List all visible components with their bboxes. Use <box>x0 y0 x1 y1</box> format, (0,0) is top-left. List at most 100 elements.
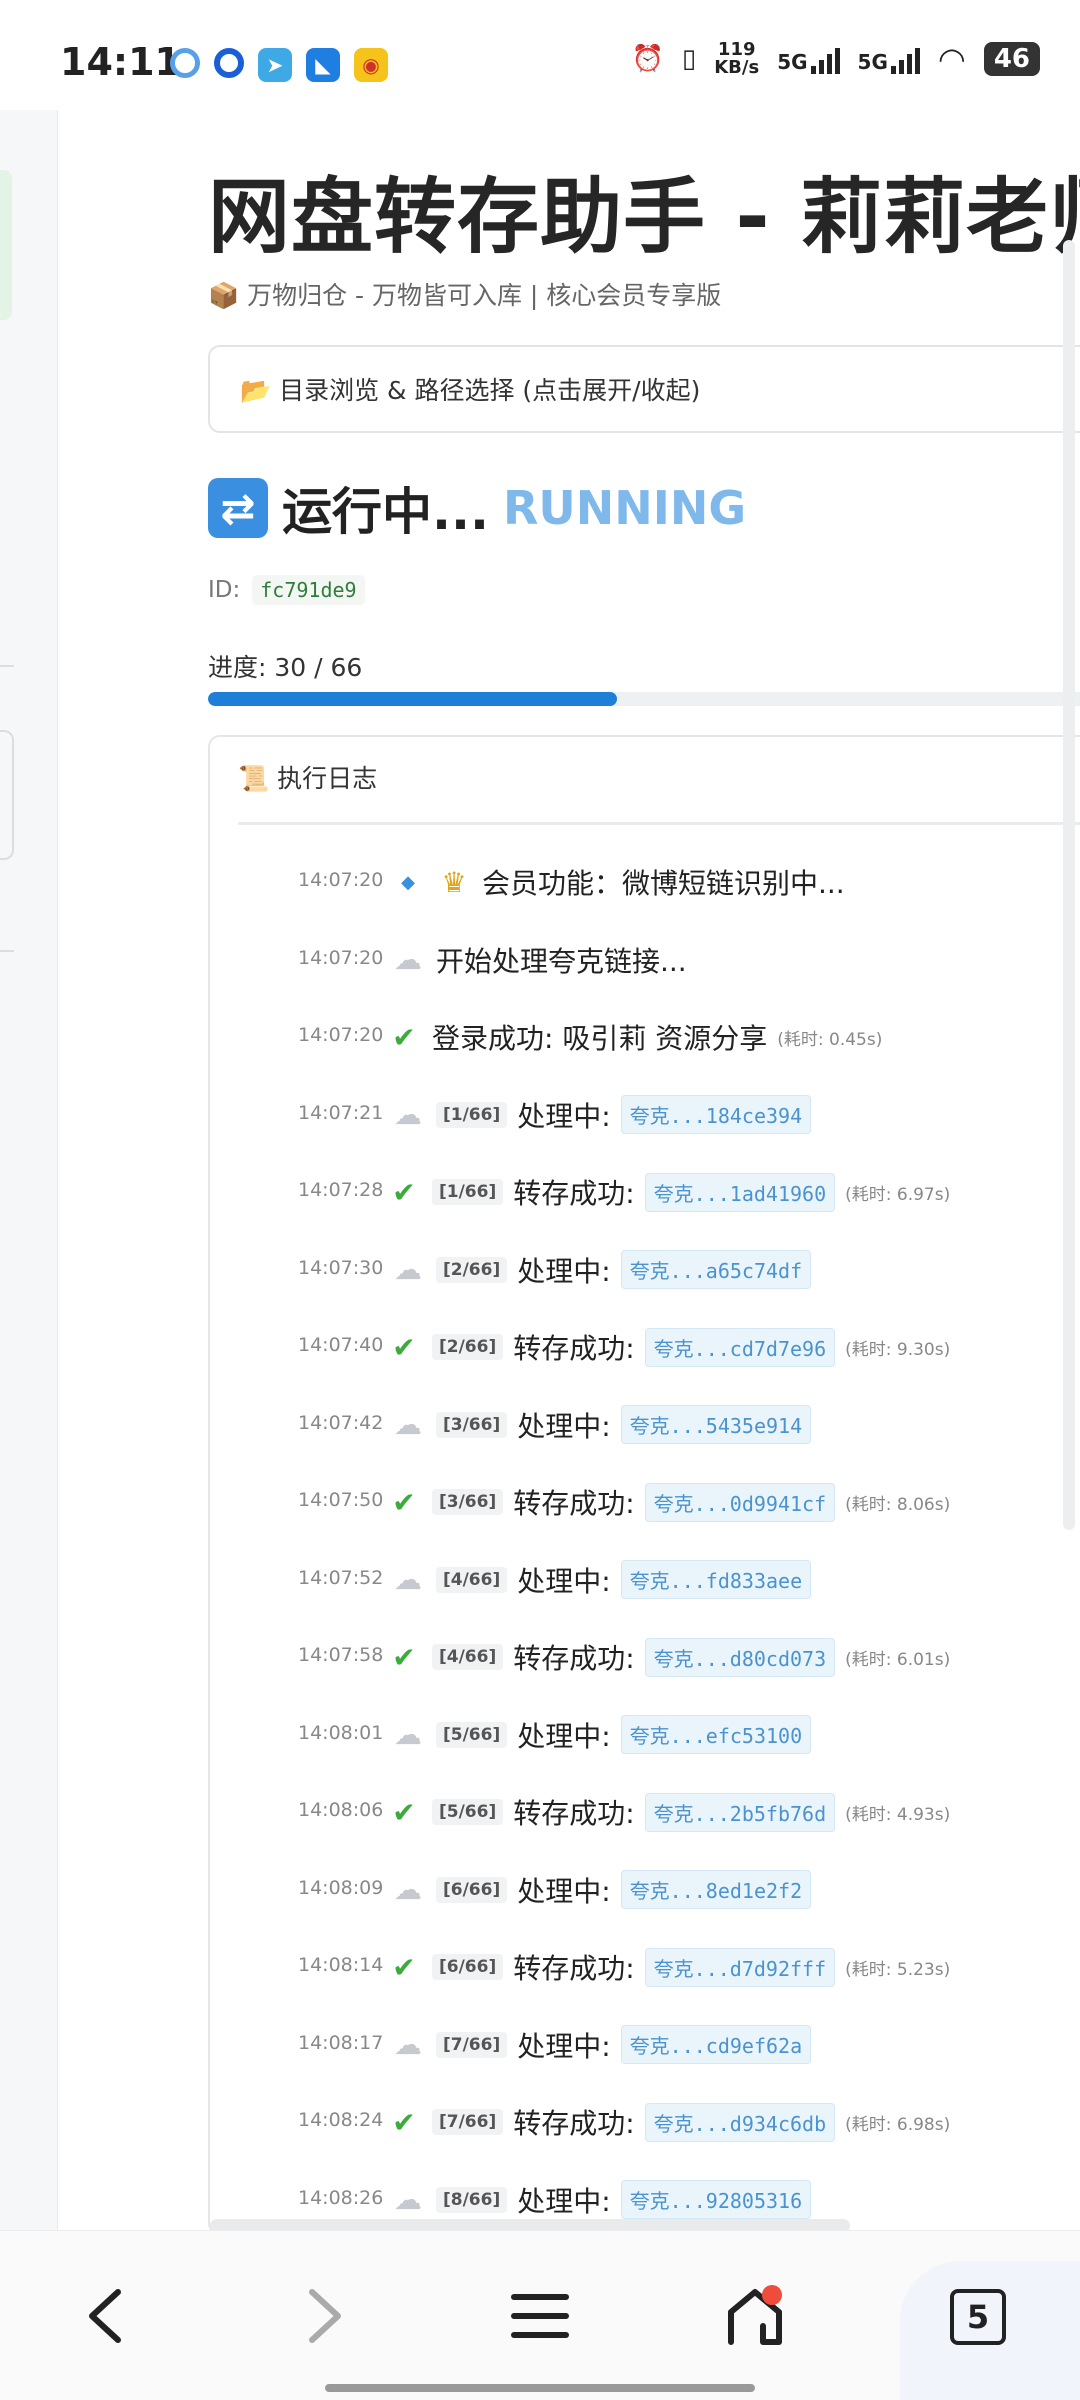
log-step-tag: [7/66] <box>432 2109 504 2135</box>
log-entry: 14:07:20 ◆ ♛ 会员功能：微博短链识别中... <box>210 857 1080 935</box>
log-link[interactable]: 夸克...184ce394 <box>620 1095 812 1134</box>
log-entry-body: ☁ [2/66] 处理中: 夸克...a65c74df <box>390 1245 812 1295</box>
app-notification-icon <box>170 48 200 78</box>
log-message: 转存成功: <box>513 1952 635 1985</box>
sidebar-box <box>0 730 14 860</box>
tabs-icon: 5 <box>950 2289 1006 2345</box>
log-step-tag: [6/66] <box>432 1954 504 1980</box>
log-link[interactable]: 夸克...0d9941cf <box>644 1482 836 1522</box>
log-entry-body: ✔ [5/66] 转存成功: 夸克...2b5fb76d (耗时: 4.93s) <box>386 1787 950 1837</box>
sidebar-edge[interactable] <box>0 110 58 2230</box>
log-link[interactable]: 夸克...2b5fb76d <box>644 1792 836 1832</box>
log-step-tag: [2/66] <box>436 1256 508 1283</box>
log-entry: 14:07:21 ☁ [1/66] 处理中: 夸克...184ce394 <box>210 1090 1080 1168</box>
log-step-tag: [5/66] <box>436 1721 508 1748</box>
horizontal-scrollbar[interactable] <box>210 2219 850 2230</box>
log-message: 处理中: <box>517 1874 611 1908</box>
tabs-button[interactable]: 5 <box>900 2261 1080 2400</box>
log-step-tag: [3/66] <box>436 1411 508 1438</box>
forward-button[interactable] <box>280 2271 370 2361</box>
log-time: 14:07:20 <box>298 946 384 969</box>
log-step-tag: [7/66] <box>436 2031 508 2058</box>
diamond-icon: ◆ <box>401 871 415 893</box>
log-duration: (耗时: 5.23s) <box>845 1959 951 1980</box>
forward-icon <box>309 2289 341 2343</box>
log-link[interactable]: 夸克...d934c6db <box>644 2102 836 2142</box>
run-status-heading: ⇄ 运行中... RUNNING <box>208 472 746 544</box>
sidebar-divider <box>0 665 14 667</box>
log-entry: 14:08:17 ☁ [7/66] 处理中: 夸克...cd9ef62a <box>210 2020 1080 2098</box>
home-button[interactable] <box>710 2271 800 2361</box>
check-icon: ✔ <box>392 1795 416 1829</box>
check-icon: ✔ <box>392 1640 416 1674</box>
log-link[interactable]: 夸克...8ed1e2f2 <box>620 1870 812 1909</box>
log-time: 14:08:01 <box>298 1721 384 1744</box>
vertical-scrollbar[interactable] <box>1063 240 1075 1530</box>
main-content: 网盘转存助手 - 莉莉老师 📦 万物归仓 - 万物皆可入库 | 核心会员专享版 … <box>58 110 1080 2230</box>
log-link[interactable]: 夸克...1ad41960 <box>644 1172 836 1212</box>
signal-icon <box>890 44 920 74</box>
check-icon: ✔ <box>392 1330 416 1364</box>
log-message: 处理中: <box>517 2184 611 2218</box>
battery-icon: 46 <box>983 42 1040 76</box>
speed-unit: KB/s <box>714 57 760 78</box>
log-link[interactable]: 夸克...a65c74df <box>620 1250 812 1289</box>
log-link[interactable]: 夸克...cd7d7e96 <box>644 1327 836 1367</box>
log-entry: 14:08:24 ✔ [7/66] 转存成功: 夸克...d934c6db (耗时: 6.… <box>210 2097 1080 2175</box>
progress-label: 进度: 30 / 66 <box>208 653 363 682</box>
log-time: 14:08:14 <box>298 1954 384 1976</box>
log-entry-body: ✔ 登录成功: 吸引莉 资源分享 (耗时: 0.45s) <box>386 1012 882 1062</box>
log-link[interactable]: 夸克...d7d92fff <box>644 1947 836 1987</box>
job-id-value: fc791de9 <box>252 575 365 605</box>
cloud-icon: ☁ <box>394 1718 422 1751</box>
log-link[interactable]: 夸克...d80cd073 <box>644 1637 836 1677</box>
cloud-icon: ☁ <box>394 2028 422 2061</box>
sidebar-divider <box>0 950 14 952</box>
log-time: 14:07:20 <box>298 869 384 891</box>
progress-bar <box>208 692 1080 706</box>
log-time: 14:07:21 <box>298 1101 384 1124</box>
check-icon: ✔ <box>392 1175 416 1209</box>
log-entry-body: ✔ [3/66] 转存成功: 夸克...0d9941cf (耗时: 8.06s) <box>386 1477 950 1527</box>
log-duration: (耗时: 0.45s) <box>777 1029 883 1050</box>
log-time: 14:08:06 <box>298 1799 384 1821</box>
log-time: 14:08:17 <box>298 2031 384 2054</box>
log-entry-body: ✔ [4/66] 转存成功: 夸克...d80cd073 (耗时: 6.01s) <box>386 1632 950 1682</box>
log-duration: (耗时: 6.97s) <box>845 1184 951 1205</box>
log-link[interactable]: 夸克...cd9ef62a <box>620 2025 812 2064</box>
cloud-icon: ☁ <box>394 1873 422 1906</box>
log-duration: (耗时: 8.06s) <box>845 1494 951 1515</box>
log-step-tag: [4/66] <box>436 1566 508 1593</box>
signal-5g-2: 5G <box>858 44 920 74</box>
notification-icons: ➤ ◣ ◉ <box>170 48 388 82</box>
vibrate-icon: ▯ <box>681 44 697 74</box>
back-icon <box>89 2289 121 2343</box>
gesture-bar[interactable] <box>325 2384 755 2392</box>
signal-icon <box>810 44 840 74</box>
back-button[interactable] <box>60 2271 150 2361</box>
log-time: 14:07:58 <box>298 1644 384 1666</box>
log-link[interactable]: 夸克...92805316 <box>620 2180 812 2219</box>
log-entry: 14:08:06 ✔ [5/66] 转存成功: 夸克...2b5fb76d (耗时: 4.… <box>210 1787 1080 1865</box>
directory-browser-toggle[interactable]: 📂 目录浏览 & 路径选择 (点击展开/收起) <box>208 345 1080 433</box>
log-entry-body: ☁ [4/66] 处理中: 夸克...fd833aee <box>390 1555 812 1605</box>
log-entry-body: ☁ [5/66] 处理中: 夸克...efc53100 <box>390 1710 812 1760</box>
log-link[interactable]: 夸克...5435e914 <box>620 1405 812 1444</box>
log-message: 处理中: <box>517 1409 611 1443</box>
log-step-tag: [1/66] <box>436 1101 508 1128</box>
notification-dot <box>762 2285 782 2305</box>
log-entry: 14:07:28 ✔ [1/66] 转存成功: 夸克...1ad41960 (耗时: 6.… <box>210 1167 1080 1245</box>
browser-bottom-bar: 5 <box>0 2230 1080 2400</box>
check-icon: ✔ <box>392 1950 416 1984</box>
log-link[interactable]: 夸克...fd833aee <box>620 1560 812 1599</box>
clock: 14:11 <box>60 40 181 84</box>
log-link[interactable]: 夸克...efc53100 <box>620 1715 812 1754</box>
log-entry: 14:07:20 ☁ 开始处理夸克链接... <box>210 935 1080 1013</box>
log-time: 14:08:24 <box>298 2109 384 2131</box>
log-entry: 14:07:40 ✔ [2/66] 转存成功: 夸克...cd7d7e96 (耗时: 9.… <box>210 1322 1080 1400</box>
cloud-icon: ☁ <box>394 1408 422 1441</box>
telegram-icon: ➤ <box>258 48 292 82</box>
signal-label: 5G <box>857 50 888 74</box>
menu-button[interactable] <box>495 2271 585 2361</box>
log-entry-body: ✔ [1/66] 转存成功: 夸克...1ad41960 (耗时: 6.97s) <box>386 1167 950 1217</box>
